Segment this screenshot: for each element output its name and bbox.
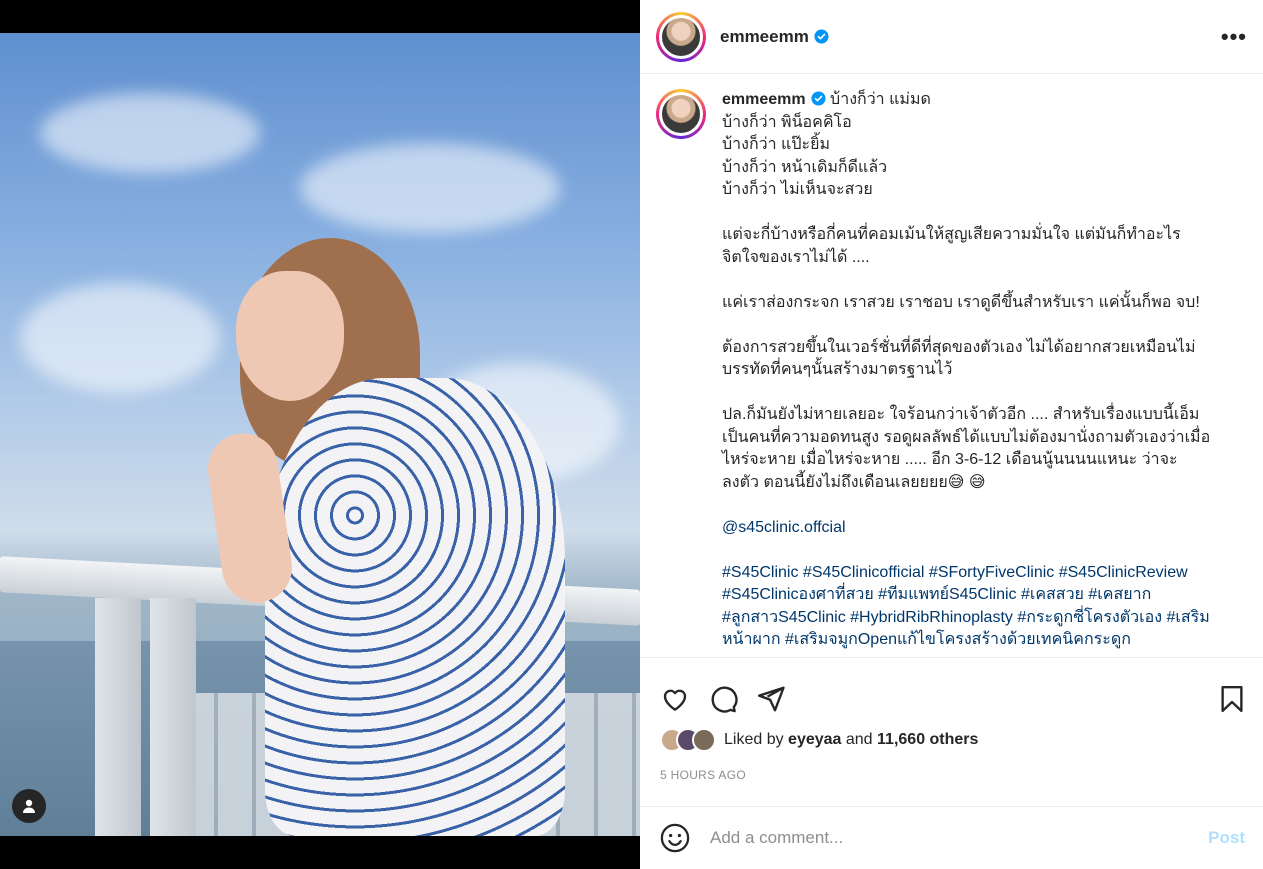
caption-hashtags[interactable]: #S45Clinic #S45Clinicofficial #SFortyFiv… [722,564,1210,649]
more-options-icon[interactable]: ••• [1221,24,1247,50]
likes-others[interactable]: 11,660 others [877,731,978,748]
instagram-post: emmeemm ••• emmeemm บ้างก็ว่า แม่มด บ้าง… [0,0,1263,869]
person-face [236,271,344,401]
bookmark-icon[interactable] [1217,684,1247,714]
caption-area: emmeemm บ้างก็ว่า แม่มด บ้างก็ว่า พิน็อค… [640,75,1263,657]
railing-post [95,598,141,836]
likes-summary: Liked by eyeyaa and 11,660 others [660,728,978,752]
verified-badge-icon [814,28,829,44]
comment-input[interactable] [710,828,1209,848]
author-avatar[interactable] [656,11,706,62]
post-panel: emmeemm ••• emmeemm บ้างก็ว่า แม่มด บ้าง… [640,0,1263,869]
post-header: emmeemm ••• [640,0,1263,74]
caption-mention[interactable]: @s45clinic.offcial [722,519,846,536]
cloud [20,283,220,393]
post-comment-button[interactable]: Post [1208,828,1245,848]
post-timestamp[interactable]: 5 HOURS AGO [660,768,746,782]
person-dress [265,378,565,836]
likes-text: Liked by eyeyaa and 11,660 others [724,731,979,748]
liker-avatar[interactable] [692,728,716,752]
comment-icon[interactable] [708,684,738,714]
author-username[interactable]: emmeemm [720,27,829,47]
user-tag-button[interactable] [12,789,46,823]
emoji-icon[interactable] [660,823,690,853]
liker-username[interactable]: eyeyaa [788,731,841,748]
caption: emmeemm บ้างก็ว่า แม่มด บ้างก็ว่า พิน็อค… [722,89,1212,657]
cloud [40,93,260,173]
action-bar [640,657,1263,721]
user-tag-icon [23,799,35,813]
caption-text: บ้างก็ว่า แม่มด บ้างก็ว่า พิน็อคคิโอ บ้า… [722,91,1211,491]
cloud [300,143,560,233]
share-icon[interactable] [756,684,786,714]
post-photo[interactable] [0,33,640,836]
comment-bar: Post [640,806,1263,869]
heart-icon[interactable] [660,684,690,714]
caption-username[interactable]: emmeemm [722,91,826,108]
railing-post [150,598,196,836]
caption-avatar[interactable] [656,89,706,139]
post-media [0,0,640,869]
verified-badge-icon [811,91,826,106]
